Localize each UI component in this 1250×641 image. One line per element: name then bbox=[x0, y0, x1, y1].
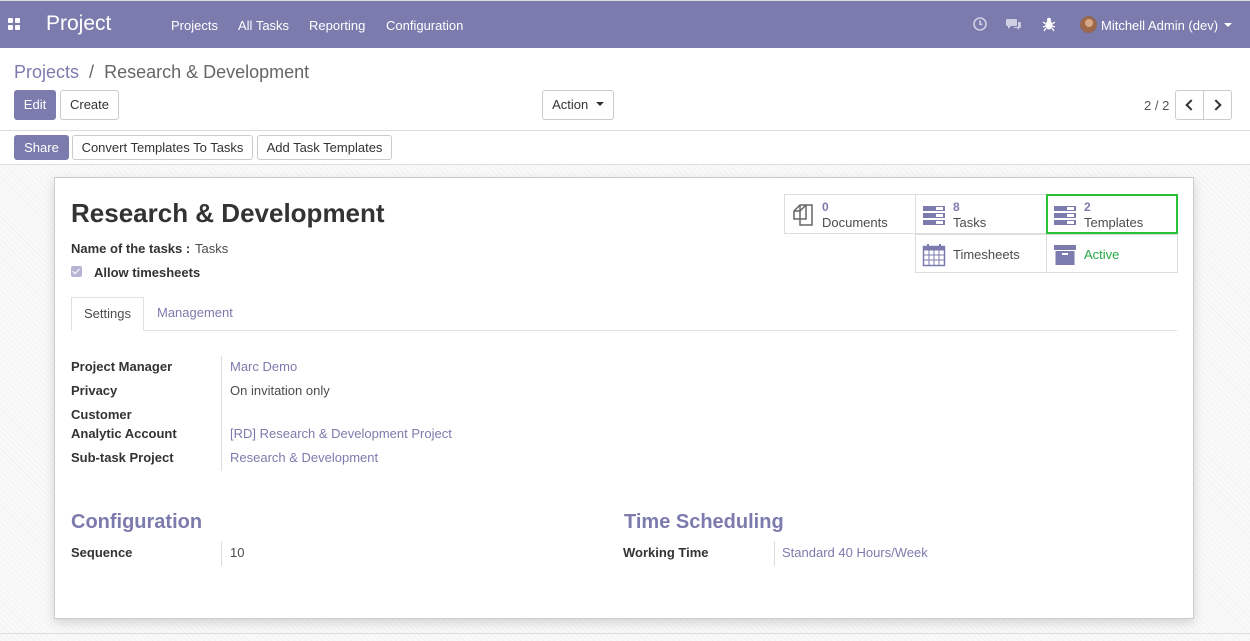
breadcrumb-current: Research & Development bbox=[104, 62, 310, 82]
sequence-label: Sequence bbox=[71, 545, 133, 560]
control-panel: Projects / Research & Development Edit C… bbox=[0, 48, 1250, 131]
caret-down-icon bbox=[595, 102, 604, 107]
menu-item-reporting[interactable]: Reporting bbox=[309, 18, 365, 33]
menu-item-all-tasks[interactable]: All Tasks bbox=[238, 18, 289, 33]
tasks-name-value[interactable]: Tasks bbox=[195, 241, 228, 256]
pager-value[interactable]: 2 / 2 bbox=[1144, 98, 1169, 113]
breadcrumb: Projects / Research & Development bbox=[14, 62, 309, 83]
customer-label: Customer bbox=[71, 407, 132, 422]
share-button[interactable]: Share bbox=[14, 135, 69, 160]
pager-previous-button[interactable] bbox=[1175, 90, 1204, 120]
top-navbar: Project Projects All Tasks Reporting Con… bbox=[0, 0, 1250, 48]
analytic-account-value[interactable]: [RD] Research & Development Project bbox=[230, 426, 452, 441]
user-name: Mitchell Admin (dev) bbox=[1101, 18, 1219, 33]
privacy-label: Privacy bbox=[71, 383, 118, 398]
project-title[interactable]: Research & Development bbox=[71, 198, 385, 229]
menu-item-projects[interactable]: Projects bbox=[171, 18, 218, 33]
form-sheet: 0 Documents 8 Tasks 2 Templates Timeshee… bbox=[54, 177, 1194, 619]
configuration-divider bbox=[221, 541, 222, 566]
time-scheduling-divider bbox=[774, 541, 775, 566]
analytic-account-label: Analytic Account bbox=[71, 426, 177, 441]
chevron-left-icon bbox=[1185, 99, 1197, 111]
timesheets-smart-button[interactable]: Timesheets bbox=[915, 234, 1047, 273]
pager-next-button[interactable] bbox=[1203, 90, 1232, 120]
documents-label: Documents bbox=[822, 215, 888, 230]
templates-label: Templates bbox=[1084, 215, 1144, 230]
app-brand[interactable]: Project bbox=[46, 12, 111, 36]
sequence-value[interactable]: 10 bbox=[230, 545, 244, 560]
working-time-value[interactable]: Standard 40 Hours/Week bbox=[782, 545, 928, 560]
bottom-divider bbox=[0, 633, 1250, 634]
archive-box-icon bbox=[1054, 245, 1076, 265]
activity-clock-icon[interactable] bbox=[972, 16, 988, 32]
allow-timesheets-label: Allow timesheets bbox=[94, 265, 201, 280]
documents-icon bbox=[793, 204, 813, 226]
templates-icon bbox=[1054, 206, 1076, 225]
subtask-project-label: Sub-task Project bbox=[71, 450, 174, 465]
tasks-count: 8 bbox=[953, 200, 960, 214]
action-dropdown-button[interactable]: Action bbox=[542, 90, 614, 120]
create-button[interactable]: Create bbox=[60, 90, 119, 120]
tab-management[interactable]: Management bbox=[145, 297, 245, 331]
working-time-label: Working Time bbox=[623, 545, 709, 560]
documents-count: 0 bbox=[822, 200, 829, 214]
menu-item-configuration[interactable]: Configuration bbox=[386, 18, 463, 33]
documents-smart-button[interactable]: 0 Documents bbox=[784, 194, 916, 234]
tasks-name-label: Name of the tasks : bbox=[71, 241, 191, 256]
time-scheduling-section-title: Time Scheduling bbox=[624, 511, 784, 533]
add-task-templates-button[interactable]: Add Task Templates bbox=[257, 135, 392, 160]
action-label: Action bbox=[552, 97, 589, 112]
user-avatar bbox=[1080, 16, 1097, 33]
edit-button[interactable]: Edit bbox=[14, 90, 56, 120]
messaging-chat-icon[interactable] bbox=[1006, 16, 1022, 32]
settings-divider bbox=[221, 356, 222, 471]
breadcrumb-projects[interactable]: Projects bbox=[14, 62, 79, 82]
chevron-down-icon bbox=[1224, 23, 1232, 27]
convert-templates-button[interactable]: Convert Templates To Tasks bbox=[72, 135, 253, 160]
project-manager-label: Project Manager bbox=[71, 359, 173, 374]
chevron-right-icon bbox=[1210, 99, 1222, 111]
breadcrumb-separator: / bbox=[89, 62, 95, 82]
active-toggle-button[interactable]: Active bbox=[1046, 234, 1178, 273]
allow-timesheets-checkbox[interactable] bbox=[71, 266, 82, 277]
tab-settings[interactable]: Settings bbox=[71, 297, 144, 331]
form-statusbar: Share Convert Templates To Tasks Add Tas… bbox=[0, 131, 1250, 165]
templates-smart-button[interactable]: 2 Templates bbox=[1046, 194, 1178, 234]
templates-count: 2 bbox=[1084, 200, 1091, 214]
calendar-icon bbox=[922, 244, 946, 267]
configuration-section-title: Configuration bbox=[71, 511, 203, 533]
privacy-value[interactable]: On invitation only bbox=[230, 383, 330, 398]
tasks-label: Tasks bbox=[953, 215, 987, 230]
tasks-icon bbox=[923, 206, 945, 225]
debug-bug-icon[interactable] bbox=[1041, 16, 1057, 32]
subtask-project-value[interactable]: Research & Development bbox=[230, 450, 378, 465]
project-manager-value[interactable]: Marc Demo bbox=[230, 359, 297, 374]
timesheets-label: Timesheets bbox=[953, 247, 1020, 262]
tasks-smart-button[interactable]: 8 Tasks bbox=[915, 194, 1047, 234]
active-label: Active bbox=[1084, 247, 1120, 262]
form-tabs: Settings Management bbox=[71, 297, 1177, 331]
apps-menu-icon[interactable] bbox=[8, 18, 21, 31]
